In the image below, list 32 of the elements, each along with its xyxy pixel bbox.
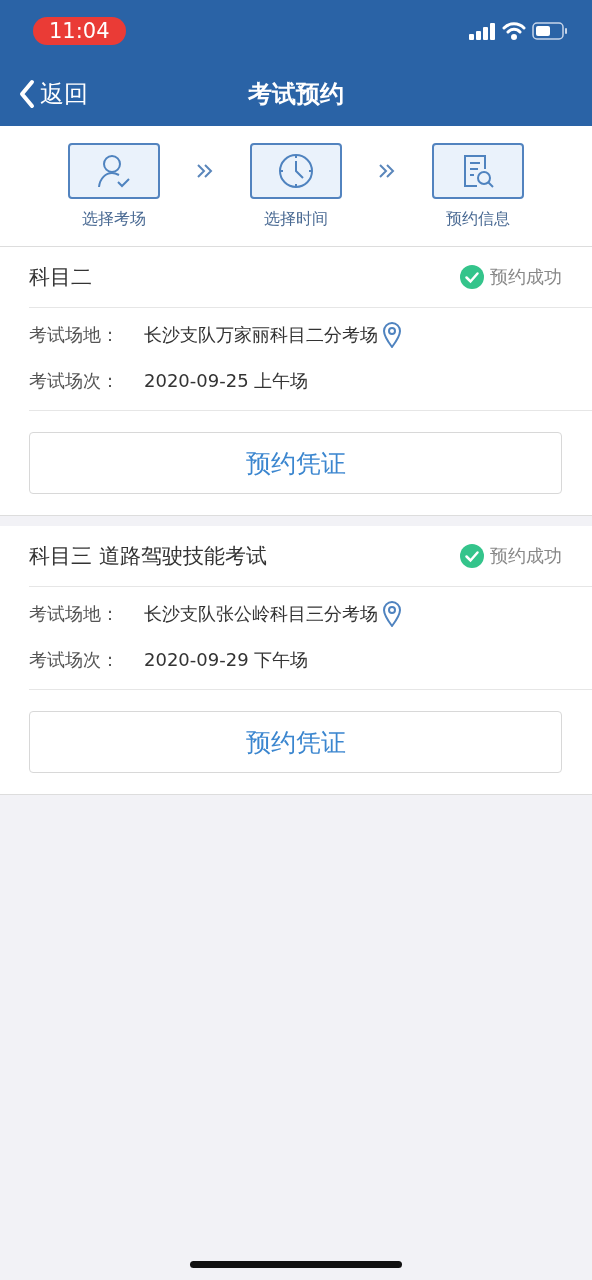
user-check-icon: [97, 153, 131, 189]
voucher-button[interactable]: 预约凭证: [29, 432, 562, 494]
field-label: 考试场次：: [29, 648, 120, 672]
subject-title: 科目三 道路驾驶技能考试: [29, 543, 267, 570]
status-text: 预约成功: [490, 265, 562, 289]
field-label: 考试场地：: [29, 602, 120, 626]
back-button[interactable]: 返回: [18, 78, 88, 110]
field-value: 2020-09-29 下午场: [144, 648, 309, 672]
step-tile[interactable]: [250, 143, 342, 199]
wifi-icon: [502, 22, 526, 40]
field-value: 2020-09-25 上午场: [144, 369, 309, 393]
document-search-icon: [461, 153, 495, 189]
battery-icon: [532, 22, 568, 40]
back-icon: [18, 79, 36, 109]
clock-icon: [278, 153, 314, 189]
step-label: 预约信息: [446, 209, 510, 230]
field-label: 考试场地：: [29, 323, 120, 347]
step-label: 选择考场: [82, 209, 146, 230]
status-time: 11:04: [33, 17, 126, 45]
page-title: 考试预约: [248, 80, 344, 108]
status-text: 预约成功: [490, 544, 562, 568]
voucher-button[interactable]: 预约凭证: [29, 711, 562, 773]
step-label: 选择时间: [264, 209, 328, 230]
signal-icon: [469, 22, 496, 40]
location-pin-icon[interactable]: [383, 601, 401, 627]
step-tile[interactable]: [68, 143, 160, 199]
field-value: 长沙支队张公岭科目三分考场: [144, 602, 378, 626]
subject-title: 科目二: [29, 264, 92, 291]
location-pin-icon[interactable]: [383, 322, 401, 348]
step-tile[interactable]: [432, 143, 524, 199]
field-value: 长沙支队万家丽科目二分考场: [144, 323, 378, 347]
field-label: 考试场次：: [29, 369, 120, 393]
